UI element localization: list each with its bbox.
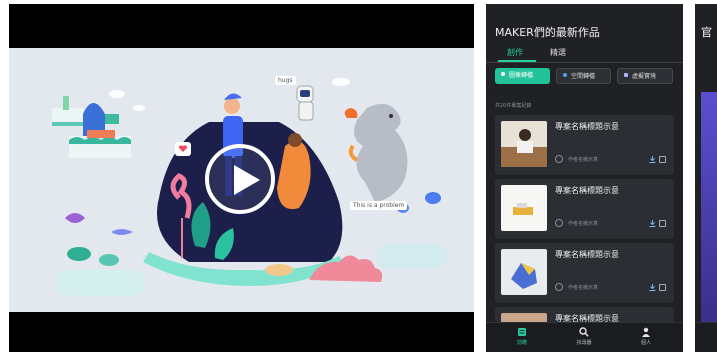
tab-divider	[486, 62, 683, 63]
project-title: 專案名稱標題示意	[555, 186, 619, 195]
bottom-navigation	[695, 322, 717, 352]
image-icon	[501, 72, 505, 76]
project-thumbnail	[501, 185, 547, 231]
speech-label: This is a problem	[350, 201, 408, 210]
video-player[interactable]: hugs This is a problem	[9, 4, 474, 352]
project-thumbnail	[501, 249, 547, 295]
nav-label: 前瞻	[516, 340, 527, 346]
tab-create[interactable]: 創作	[507, 47, 523, 58]
chip-label: 空間轉檔	[571, 73, 596, 80]
project-title: 專案名稱標題示意	[555, 250, 619, 259]
project-title: 專案名稱標題示意	[555, 122, 619, 131]
vr-icon	[624, 73, 628, 77]
project-card[interactable]: 專案名稱標題示意 作者名稱示意	[495, 115, 674, 175]
nav-item-search[interactable]: 找尋器	[564, 327, 604, 346]
nav-label: 找尋器	[576, 340, 592, 346]
filter-chip-vr[interactable]: 虛擬實境	[617, 68, 673, 84]
download-icon[interactable]	[649, 220, 656, 227]
avatar	[555, 155, 563, 163]
download-icon[interactable]	[649, 284, 656, 291]
filter-chip-image-convert[interactable]: 圖像轉檔	[495, 68, 550, 84]
profile-icon	[642, 327, 650, 337]
download-icon[interactable]	[649, 156, 656, 163]
nav-item-profile[interactable]: 個人	[626, 327, 666, 346]
author-name: 作者名稱示意	[568, 221, 599, 227]
share-icon[interactable]	[659, 156, 666, 163]
chip-label: 虛擬實境	[632, 73, 657, 80]
bottom-navigation: 前瞻 找尋器 個人	[486, 322, 683, 352]
record-count: 共20件專案紀錄	[495, 103, 532, 109]
author-name: 作者名稱示意	[568, 157, 599, 163]
space-icon	[563, 73, 567, 77]
app-screen: MAKER們的最新作品 創作 精選 圖像轉檔 空間轉檔 虛擬實境 共20件專案紀…	[486, 4, 683, 352]
search-icon	[579, 327, 589, 337]
next-screen-preview: 官	[695, 4, 717, 352]
project-thumbnail	[501, 121, 547, 167]
page-title: MAKER們的最新作品	[495, 26, 600, 39]
page-title: 官	[701, 26, 712, 39]
tab-featured[interactable]: 精選	[550, 47, 566, 58]
share-icon[interactable]	[659, 284, 666, 291]
project-card[interactable]: 專案名稱標題示意 作者名稱示意	[495, 179, 674, 239]
home-icon	[518, 328, 526, 336]
nav-label: 個人	[640, 340, 651, 346]
banner-image	[701, 92, 717, 322]
project-card[interactable]: 專案名稱標題示意 作者名稱示意	[495, 243, 674, 303]
chip-label: 圖像轉檔	[509, 72, 534, 79]
share-icon[interactable]	[659, 220, 666, 227]
filter-chip-space-convert[interactable]: 空間轉檔	[556, 68, 611, 84]
avatar	[555, 219, 563, 227]
speech-label: hugs	[275, 76, 296, 85]
avatar	[555, 283, 563, 291]
author-name: 作者名稱示意	[568, 285, 599, 291]
nav-item-home[interactable]: 前瞻	[502, 327, 542, 346]
play-button[interactable]	[205, 144, 275, 214]
video-frame-illustration: hugs This is a problem	[9, 48, 474, 312]
